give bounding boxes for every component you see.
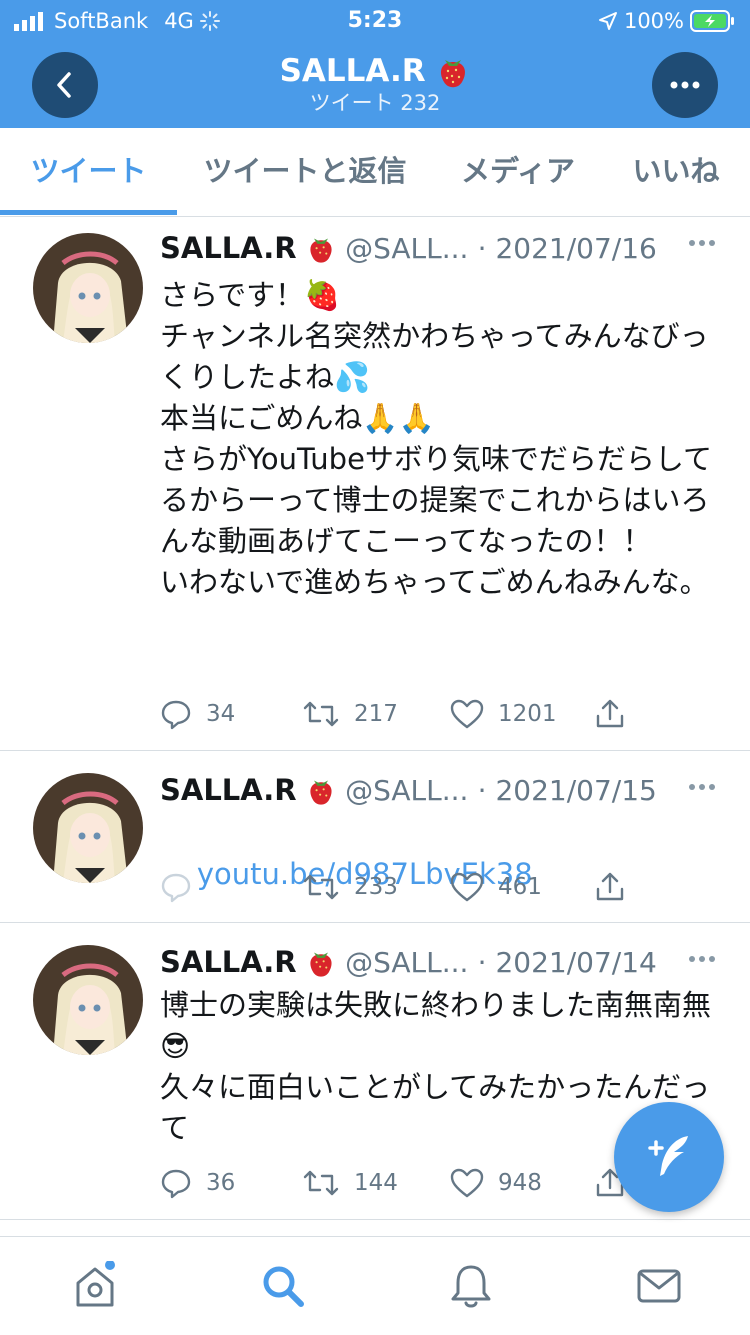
compose-tweet-icon [648, 1136, 688, 1176]
home-tab[interactable] [70, 1260, 120, 1311]
profile-title: SALLA.R [0, 50, 750, 92]
reply-button[interactable] [160, 867, 192, 907]
like-count: 948 [498, 1170, 542, 1196]
retweet-count: 217 [354, 701, 398, 727]
share-icon [596, 699, 624, 728]
like-button[interactable]: 1201 [450, 694, 557, 734]
strawberry-icon [441, 59, 466, 87]
compose-tweet-button[interactable] [614, 1102, 724, 1212]
tweet-actions: 34 217 1201 [160, 694, 640, 734]
strawberry-icon [310, 780, 332, 805]
author-name[interactable]: SALLA.R [160, 773, 297, 807]
top-header: SoftBank 4G 5:23 100% SALLA.R ツイート 232 [0, 0, 750, 128]
heart-icon [450, 872, 484, 902]
avatar[interactable] [33, 773, 143, 883]
retweet-count: 144 [354, 1170, 398, 1196]
profile-tabs: ツイート ツイートと返信 メディア いいね [0, 128, 750, 217]
share-button[interactable] [594, 867, 626, 907]
retweet-icon [303, 701, 339, 727]
tweet-text: さらです！🍓 チャンネル名突然かわちゃってみんなびっくりしたよね💦 本当にごめん… [160, 278, 713, 599]
like-button[interactable]: 461 [450, 867, 542, 907]
share-icon [596, 872, 624, 901]
status-right: 100% [598, 4, 736, 38]
like-button[interactable]: 948 [450, 1163, 542, 1203]
messages-tab[interactable] [634, 1261, 684, 1311]
retweet-button[interactable]: 233 [302, 867, 398, 907]
location-arrow-icon [598, 12, 617, 30]
retweet-icon [303, 1170, 339, 1196]
tab-tweets[interactable]: ツイート [0, 128, 177, 216]
retweet-icon [303, 874, 339, 900]
author-name[interactable]: SALLA.R [160, 945, 297, 979]
home-icon [76, 1260, 115, 1307]
like-count: 1201 [498, 701, 557, 727]
reply-button[interactable]: 34 [160, 694, 235, 734]
notifications-icon [451, 1265, 491, 1308]
bottom-tab-bar [0, 1236, 750, 1335]
reply-icon [161, 700, 191, 730]
tweet-header: SALLA.R @SALL... · 2021/07/14 [160, 939, 657, 985]
avatar[interactable] [33, 945, 143, 1055]
search-icon [263, 1266, 304, 1307]
retweet-button[interactable]: 217 [302, 694, 398, 734]
tab-media[interactable]: メディア [440, 128, 596, 216]
search-tab[interactable] [258, 1261, 308, 1311]
tweet-header: SALLA.R @SALL... · 2021/07/15 [160, 767, 657, 813]
retweet-button[interactable]: 144 [302, 1163, 398, 1203]
active-tab-indicator [0, 210, 177, 215]
notifications-tab[interactable] [446, 1261, 496, 1311]
tab-tweets-and-replies[interactable]: ツイートと返信 [185, 128, 425, 216]
tab-likes[interactable]: いいね [610, 128, 742, 216]
author-handle[interactable]: @SALL... [345, 774, 468, 807]
tweet-date[interactable]: · 2021/07/15 [478, 774, 657, 807]
tweet-item[interactable]: SALLA.R @SALL... · 2021/07/15 youtu.be/d… [0, 751, 750, 923]
reply-icon [161, 873, 191, 903]
tweet-date[interactable]: · 2021/07/14 [478, 946, 657, 979]
tweet-more-icon[interactable] [688, 955, 716, 963]
tweet-date[interactable]: · 2021/07/16 [478, 232, 657, 265]
like-count: 461 [498, 874, 542, 900]
tweet-item[interactable]: SALLA.R @SALL... · 2021/07/16 さらです！🍓 チャン… [0, 217, 750, 751]
heart-icon [450, 699, 484, 729]
more-horizontal-icon [670, 81, 700, 89]
profile-name: SALLA.R [279, 53, 426, 89]
avatar[interactable] [33, 233, 143, 343]
tweet-actions: 233 461 [160, 867, 640, 907]
author-name[interactable]: SALLA.R [160, 231, 297, 265]
tweet-more-icon[interactable] [688, 783, 716, 791]
author-handle[interactable]: @SALL... [345, 946, 468, 979]
strawberry-icon [310, 238, 332, 263]
strawberry-icon [310, 952, 332, 977]
battery-charging-icon [690, 10, 734, 32]
reply-count: 36 [206, 1170, 236, 1196]
tweet-actions: 36 144 948 [160, 1163, 640, 1203]
battery-percent: 100% [623, 9, 684, 33]
reply-count: 34 [206, 701, 236, 727]
messages-icon [637, 1269, 681, 1303]
tweet-more-icon[interactable] [688, 239, 716, 247]
tweet-count: ツイート 232 [309, 91, 441, 115]
share-button[interactable] [594, 694, 626, 734]
tweet-header: SALLA.R @SALL... · 2021/07/16 [160, 225, 657, 271]
reply-icon [161, 1169, 191, 1199]
retweet-count: 233 [354, 874, 398, 900]
heart-icon [450, 1168, 484, 1198]
author-handle[interactable]: @SALL... [345, 232, 468, 265]
reply-button[interactable]: 36 [160, 1163, 235, 1203]
more-options-button[interactable] [652, 52, 718, 118]
